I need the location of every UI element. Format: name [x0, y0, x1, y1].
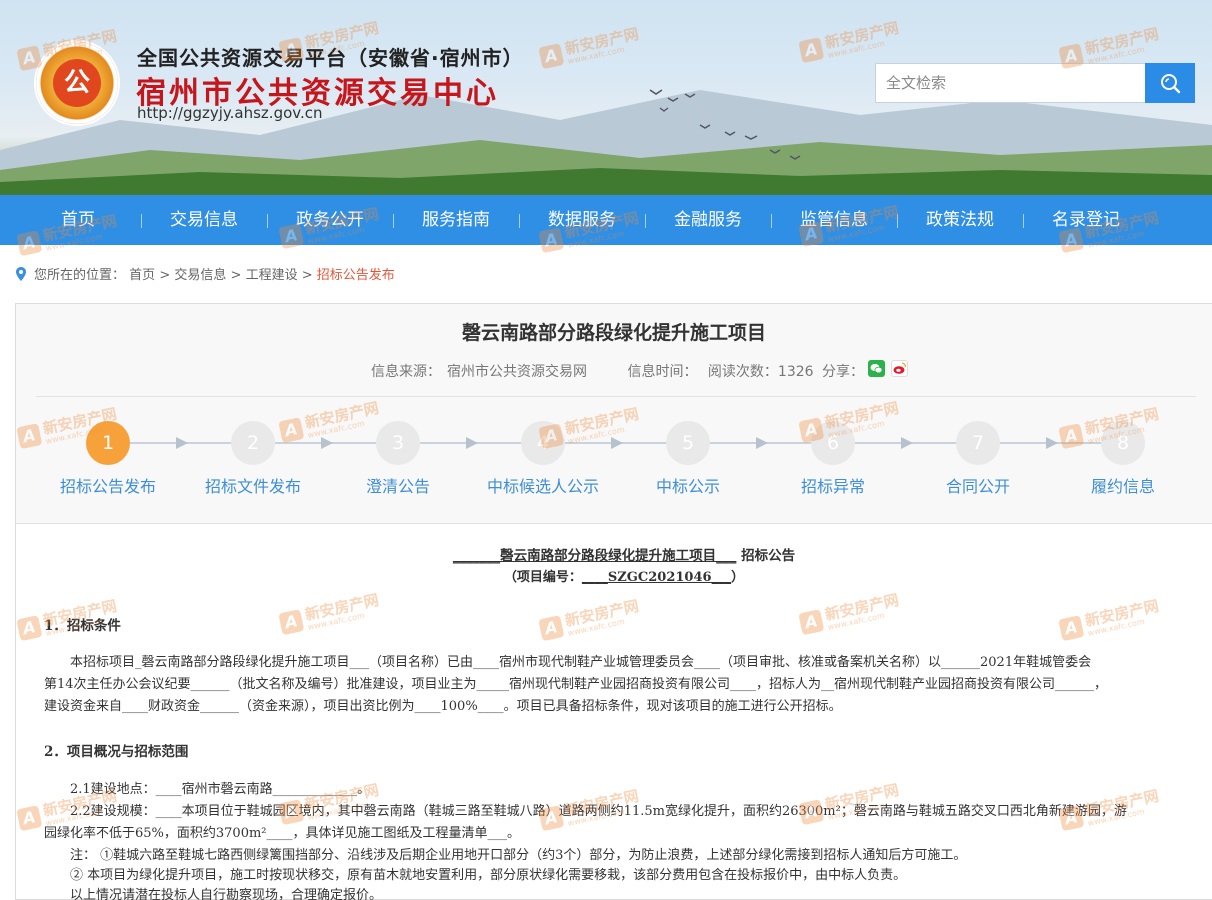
- step-4-label[interactable]: 中标候选人公示: [468, 473, 618, 497]
- wechat-share-icon[interactable]: [868, 360, 885, 377]
- note-3: 以上情况请潜在投标人自行勘察现场，合理确定报价。: [70, 888, 383, 900]
- step-8-circle[interactable]: 8: [1101, 421, 1145, 465]
- meta-divider: [36, 396, 1196, 397]
- article-panel: 磬云南路部分路段绿化提升施工项目 信息来源： 宿州市公共资源交易网 信息时间： 阅…: [15, 303, 1212, 900]
- step-5-circle[interactable]: 5: [666, 421, 710, 465]
- site-logo[interactable]: 公: [36, 42, 118, 124]
- share-label: 分享：: [822, 364, 864, 380]
- main-nav: 首页 交易信息 政务公开 服务指南 数据服务 金融服务 监管信息 政策法规 名录…: [0, 195, 1212, 245]
- search-input[interactable]: 全文检索: [875, 63, 1146, 103]
- step-arrow-icon: [756, 437, 768, 449]
- article-meta: 信息来源： 宿州市公共资源交易网 信息时间： 阅读次数：1326 分享：: [371, 361, 870, 381]
- article-header: 磬云南路部分路段绿化提升施工项目 信息来源： 宿州市公共资源交易网 信息时间： 阅…: [16, 304, 1212, 524]
- breadcrumb: 您所在的位置： 首页 > 交易信息 > 工程建设 > 招标公告发布: [16, 264, 395, 283]
- step-arrow-icon: [1046, 437, 1058, 449]
- source-label: 信息来源：: [371, 364, 441, 380]
- step-arrow-icon: [901, 437, 913, 449]
- step-8-label[interactable]: 履约信息: [1048, 473, 1198, 497]
- search-button[interactable]: [1145, 63, 1195, 103]
- construction-site: 2.1建设地点：____宿州市磬云南路_____________。: [70, 782, 371, 797]
- announcement-project-name: _______磬云南路部分路段绿化提升施工项目___: [452, 548, 737, 564]
- step-6-circle[interactable]: 6: [811, 421, 855, 465]
- step-arrow-icon: [176, 437, 188, 449]
- breadcrumb-sep: >: [159, 268, 171, 283]
- reads-label: 阅读次数：: [707, 364, 778, 380]
- project-code-label: （项目编号：: [503, 570, 582, 585]
- nav-gov-affairs[interactable]: 政务公开: [267, 195, 393, 245]
- paragraph-1-line-3: 建设资金来自____财政资金______（资金来源），项目出资比例为____10…: [44, 699, 842, 714]
- nav-policy[interactable]: 政策法规: [897, 195, 1023, 245]
- time-label: 信息时间：: [627, 364, 698, 380]
- reads-count: 1326: [777, 364, 814, 380]
- project-code-value: ____SZGC2021046___: [581, 570, 732, 585]
- breadcrumb-sep: >: [230, 268, 242, 283]
- step-5-label[interactable]: 中标公示: [613, 473, 763, 497]
- logo-mark: 公: [53, 59, 101, 107]
- breadcrumb-engineering[interactable]: 工程建设: [246, 268, 298, 283]
- step-arrow-icon: [321, 437, 333, 449]
- note-1: 注： ①鞋城六路至鞋城七路西侧绿篱围挡部分、沿线涉及后期企业用地开口部分（约3个…: [70, 848, 967, 863]
- location-pin-icon: [16, 267, 26, 281]
- nav-data-service[interactable]: 数据服务: [519, 195, 645, 245]
- nav-registry[interactable]: 名录登记: [1023, 195, 1149, 245]
- birds-decoration: [649, 89, 801, 160]
- section-1-heading: 1．招标条件: [44, 618, 121, 634]
- breadcrumb-current[interactable]: 招标公告发布: [317, 268, 395, 283]
- construction-scale-line-2: 园绿化率不低于65%，面积约3700m²____，具体详见施工图纸及工程量清单_…: [44, 826, 521, 841]
- nav-finance[interactable]: 金融服务: [645, 195, 771, 245]
- step-4-circle[interactable]: 4: [521, 421, 565, 465]
- step-1-label[interactable]: 招标公告发布: [33, 473, 183, 497]
- breadcrumb-trading[interactable]: 交易信息: [174, 268, 226, 283]
- step-arrow-icon: [611, 437, 623, 449]
- article-title: 磬云南路部分路段绿化提升施工项目: [461, 322, 766, 344]
- search-icon: [1161, 74, 1181, 94]
- platform-name: 全国公共资源交易平台（安徽省·宿州市）: [137, 46, 524, 70]
- nav-supervision[interactable]: 监管信息: [771, 195, 897, 245]
- step-arrow-icon: [466, 437, 478, 449]
- step-2-label[interactable]: 招标文件发布: [178, 473, 328, 497]
- breadcrumb-sep: >: [301, 268, 313, 283]
- construction-scale-line-1: 2.2建设规模：____本项目位于鞋城园区境内，其中磬云南路（鞋城三路至鞋城八路…: [70, 804, 1127, 819]
- source-value: 宿州市公共资源交易网: [447, 364, 587, 380]
- weibo-share-icon[interactable]: [891, 360, 908, 377]
- paragraph-1-line-2: 第14次主任办公会议纪要______（批文名称及编号）批准建设，项目业主为___…: [44, 677, 1108, 692]
- step-1-circle[interactable]: 1: [86, 421, 130, 465]
- project-code: （项目编号：____SZGC2021046___）: [44, 566, 1204, 585]
- step-2-circle[interactable]: 2: [231, 421, 275, 465]
- nav-home[interactable]: 首页: [15, 195, 141, 245]
- site-url[interactable]: http://ggzyjy.ahsz.gov.cn: [137, 104, 323, 122]
- project-code-close: ）: [731, 570, 745, 585]
- step-6-label[interactable]: 招标异常: [758, 473, 908, 497]
- breadcrumb-home[interactable]: 首页: [129, 268, 155, 283]
- step-3-circle[interactable]: 3: [376, 421, 420, 465]
- nav-trading[interactable]: 交易信息: [141, 195, 267, 245]
- announcement-type: 招标公告: [741, 548, 796, 564]
- nav-service-guide[interactable]: 服务指南: [393, 195, 519, 245]
- note-2: ② 本项目为绿化提升项目，施工时按现状移交，原有苗木就地安置利用，部分原状绿化需…: [70, 868, 907, 883]
- step-7-label[interactable]: 合同公开: [903, 473, 1053, 497]
- breadcrumb-prefix: 您所在的位置：: [34, 268, 126, 283]
- step-3-label[interactable]: 澄清公告: [323, 473, 473, 497]
- step-7-circle[interactable]: 7: [956, 421, 1000, 465]
- announcement-title: _______磬云南路部分路段绿化提升施工项目___ 招标公告: [44, 544, 1204, 564]
- paragraph-1-line-1: 本招标项目_磬云南路部分路段绿化提升施工项目___（项目名称）已由____宿州市…: [70, 655, 1092, 670]
- section-2-heading: 2．项目概况与招标范围: [44, 744, 189, 760]
